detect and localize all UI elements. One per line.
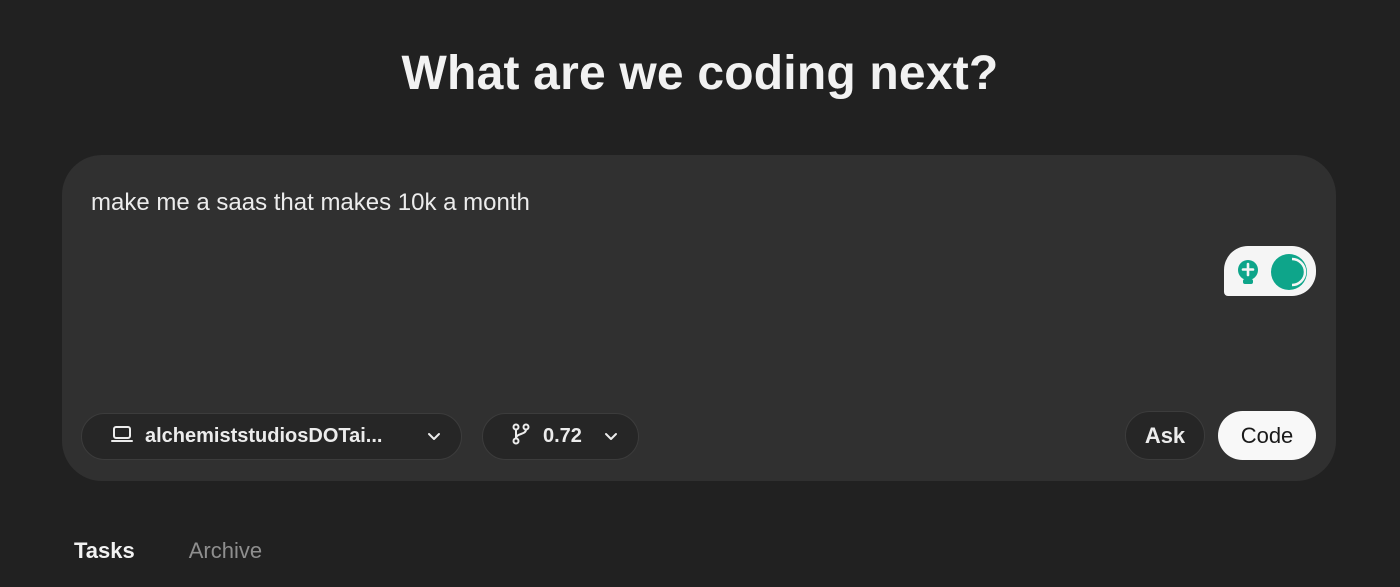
prompt-input[interactable]: make me a saas that makes 10k a month [91, 189, 530, 217]
branch-selector[interactable]: 0.72 [482, 413, 639, 460]
moon-icon[interactable] [1270, 253, 1310, 296]
laptop-icon [111, 425, 133, 449]
page-title: What are we coding next? [401, 47, 999, 100]
lightbulb-icon[interactable] [1234, 258, 1262, 291]
git-branch-icon [511, 423, 531, 451]
tab-tasks[interactable]: Tasks [74, 538, 135, 564]
chevron-down-icon [602, 427, 620, 451]
branch-label: 0.72 [543, 425, 582, 447]
page: What are we coding next? make me a saas … [0, 0, 1400, 587]
tab-archive[interactable]: Archive [189, 538, 262, 564]
task-tabs: Tasks Archive [74, 538, 316, 564]
code-button[interactable]: Code [1218, 411, 1316, 460]
chevron-down-icon [425, 427, 443, 451]
environment-label: alchemiststudiosDOTai... [145, 425, 383, 447]
extension-widget[interactable] [1224, 246, 1316, 296]
environment-selector[interactable]: alchemiststudiosDOTai... [81, 413, 462, 460]
ask-button[interactable]: Ask [1125, 411, 1205, 460]
prompt-composer[interactable]: make me a saas that makes 10k a month al… [62, 155, 1336, 481]
